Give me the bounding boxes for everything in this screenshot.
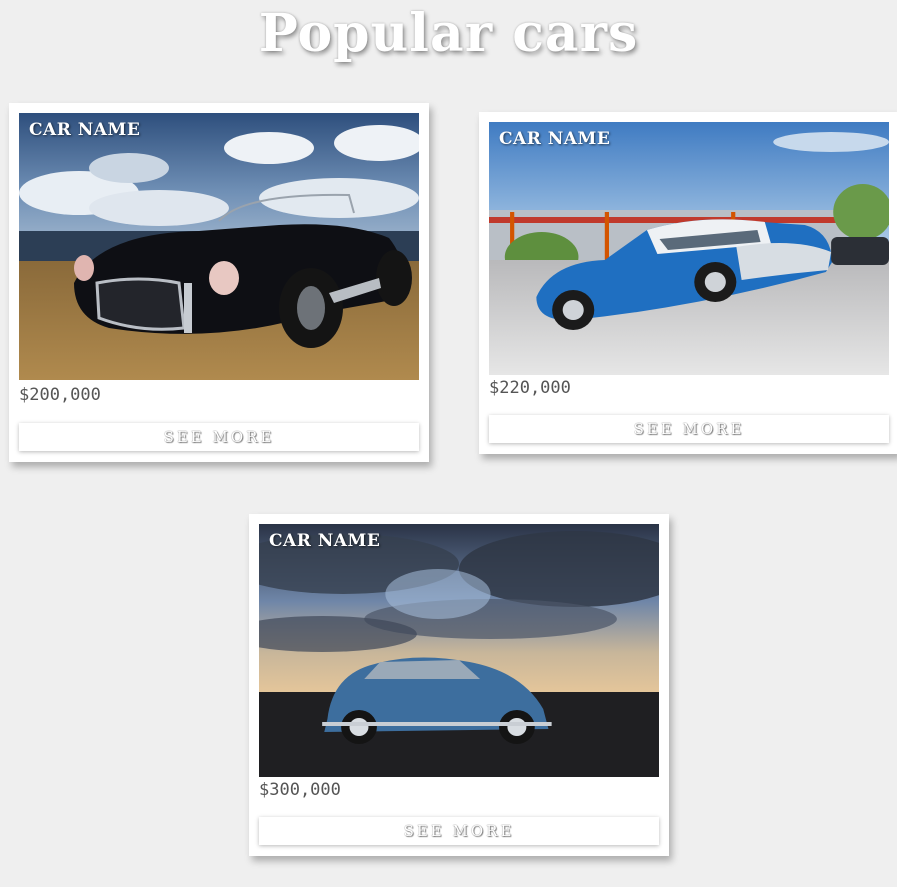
car-name: CAR NAME — [499, 129, 611, 149]
car-card: CAR NAME $220,000 SEE MORE — [479, 112, 897, 454]
see-more-button[interactable]: SEE MORE — [489, 415, 889, 443]
car-photo-sedan[interactable]: CAR NAME — [489, 122, 889, 375]
car-photo-image — [259, 524, 659, 777]
car-photo-image — [489, 122, 889, 375]
car-price: $200,000 — [19, 385, 101, 405]
car-photo-image — [19, 113, 419, 380]
see-more-button[interactable]: SEE MORE — [259, 817, 659, 845]
car-card: CAR NAME $200,000 SEE MORE — [9, 103, 429, 462]
page-title: Popular cars — [258, 3, 639, 64]
car-name: CAR NAME — [29, 120, 141, 140]
car-price: $300,000 — [259, 780, 341, 800]
see-more-button[interactable]: SEE MORE — [19, 423, 419, 451]
car-name: CAR NAME — [269, 531, 381, 551]
car-price: $220,000 — [489, 378, 571, 398]
car-photo-roadster[interactable]: CAR NAME — [19, 113, 419, 380]
car-photo-beetle[interactable]: CAR NAME — [259, 524, 659, 777]
car-card: CAR NAME $300,000 SEE MORE — [249, 514, 669, 856]
